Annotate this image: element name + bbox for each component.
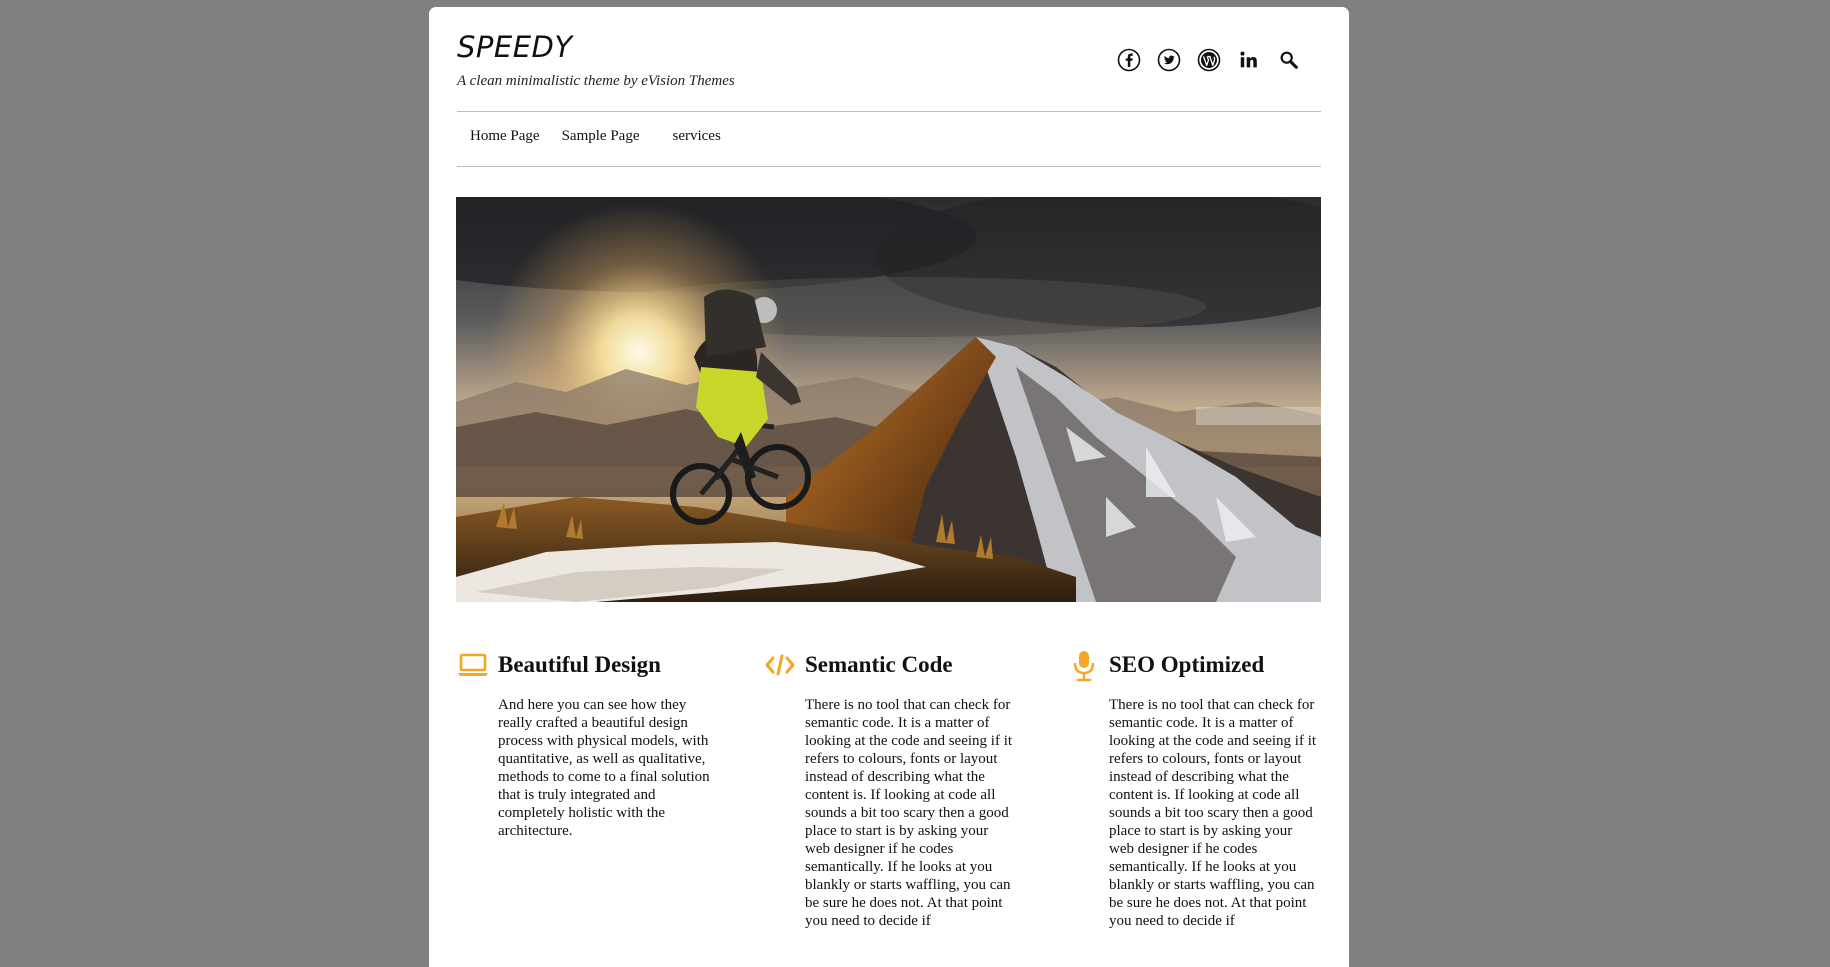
header-divider	[457, 111, 1321, 112]
linkedin-icon[interactable]	[1236, 47, 1262, 73]
code-icon	[764, 649, 796, 681]
microphone-icon	[1068, 649, 1100, 682]
laptop-icon	[457, 649, 489, 681]
facebook-icon[interactable]	[1116, 47, 1142, 73]
nav-item-services[interactable]: services	[672, 128, 720, 145]
hero-image	[456, 197, 1321, 602]
feature-title: Semantic Code	[805, 652, 953, 677]
social-links	[1116, 47, 1302, 73]
site-tagline: A clean minimalistic theme by eVision Th…	[457, 73, 735, 89]
feature-text: There is no tool that can check for sema…	[1109, 697, 1317, 929]
nav-item-sample-page[interactable]: Sample Page	[562, 128, 640, 145]
wordpress-icon[interactable]	[1196, 47, 1222, 73]
main-nav: Home Page Sample Page services	[470, 128, 721, 145]
nav-divider	[457, 166, 1321, 167]
feature-text: And here you can see how they really cra…	[498, 697, 710, 839]
search-icon[interactable]	[1276, 47, 1302, 73]
nav-item-home-page[interactable]: Home Page	[470, 128, 540, 145]
site-title[interactable]: SPEEDY	[457, 33, 573, 62]
twitter-icon[interactable]	[1156, 47, 1182, 73]
page-container: SPEEDY A clean minimalistic theme by eVi…	[429, 7, 1349, 967]
feature-title: SEO Optimized	[1109, 652, 1265, 677]
feature-text: There is no tool that can check for sema…	[805, 697, 1013, 929]
feature-title: Beautiful Design	[498, 652, 661, 677]
